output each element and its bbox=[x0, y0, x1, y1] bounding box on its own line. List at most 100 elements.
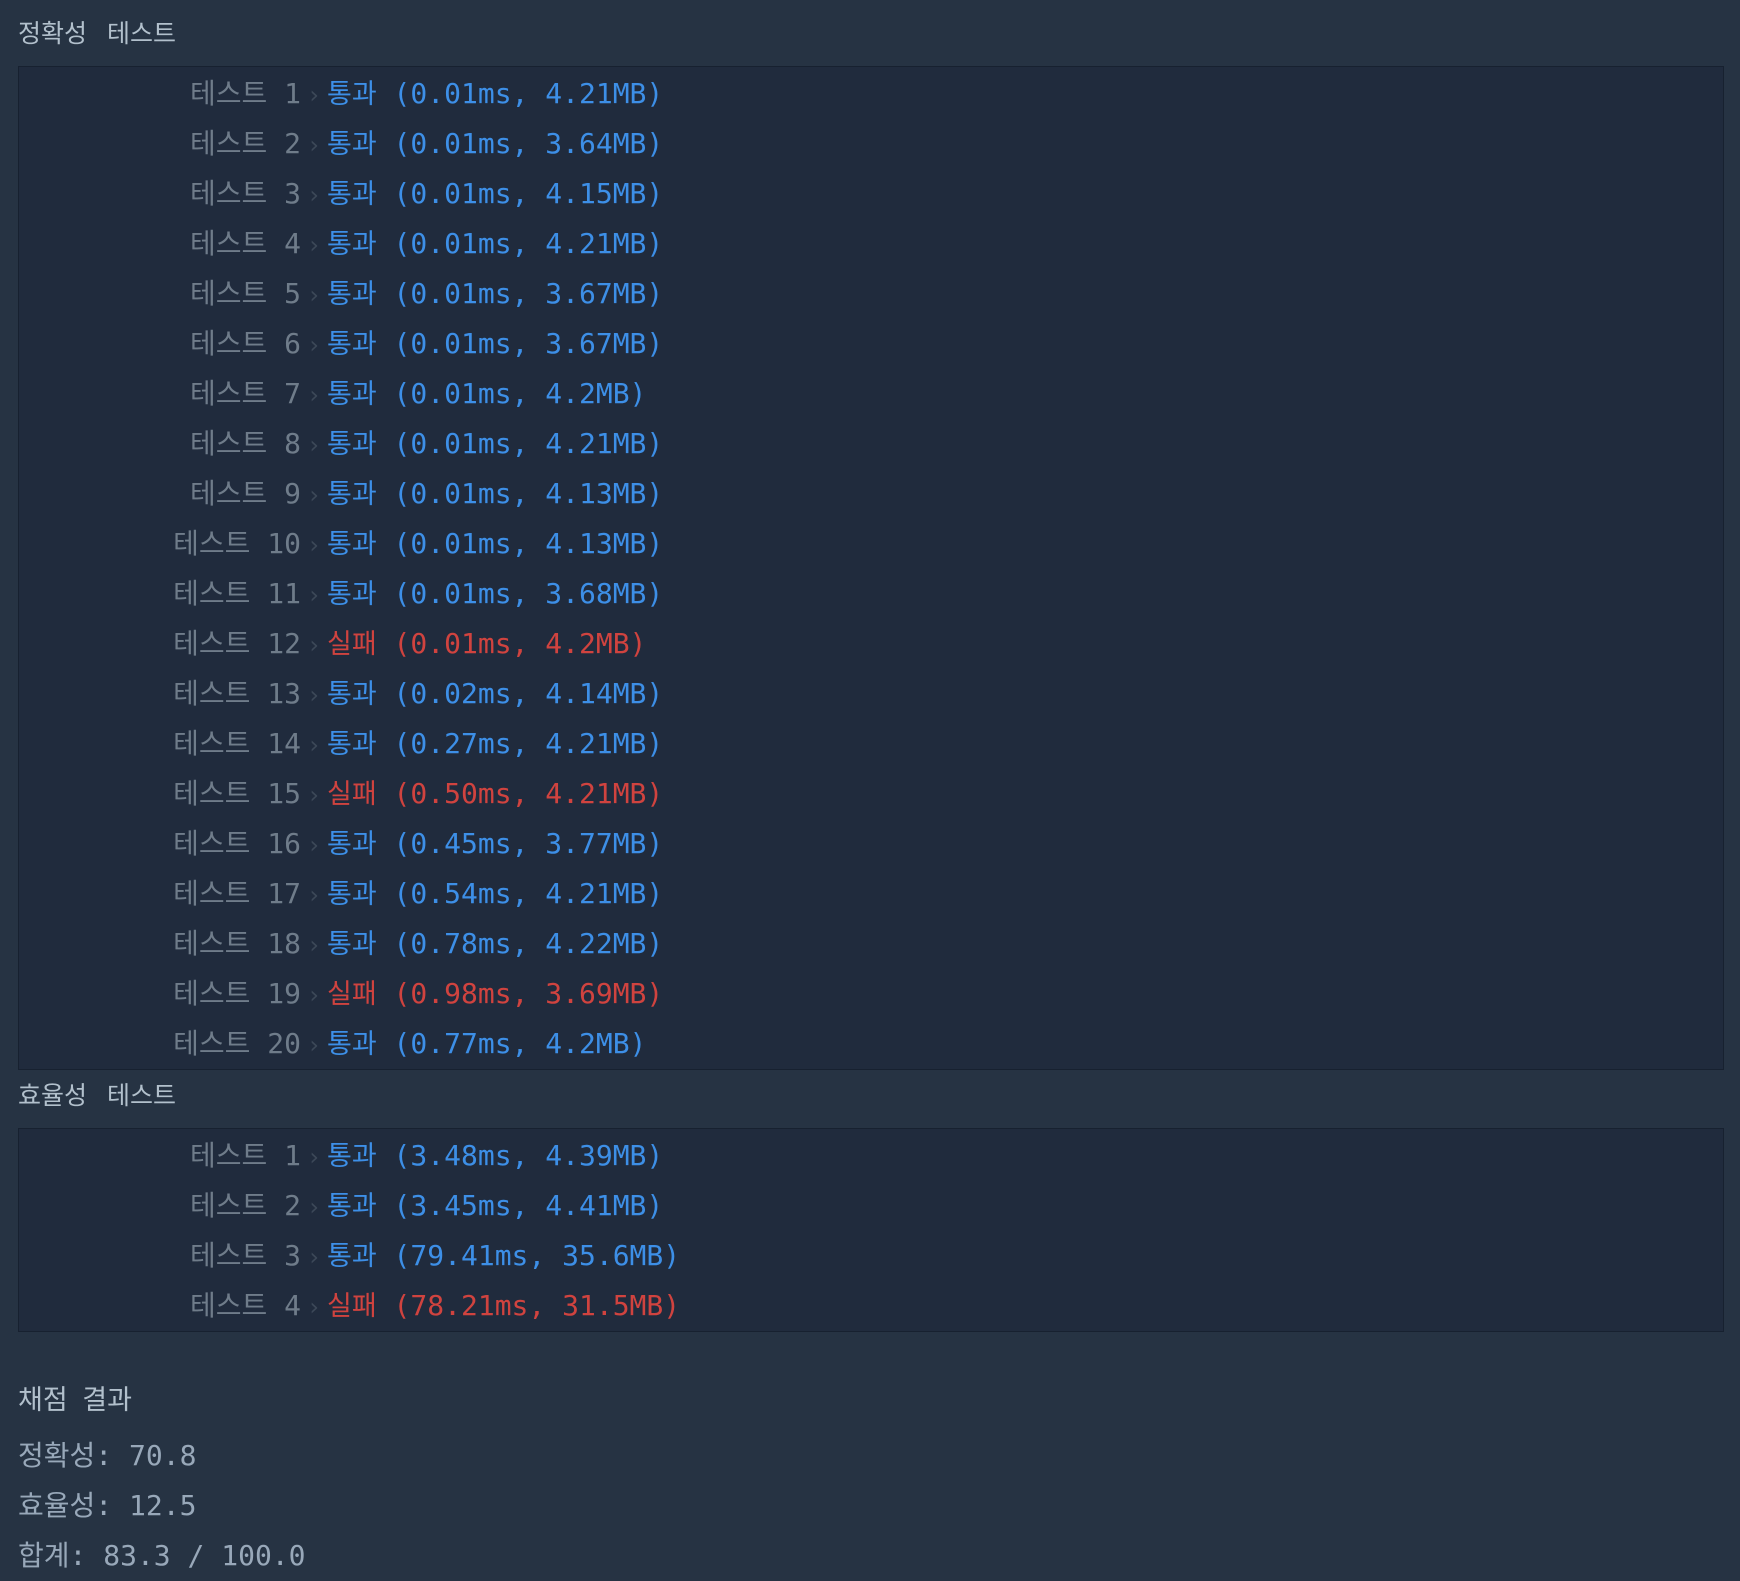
test-metrics: (0.01ms, 4.2MB) bbox=[393, 627, 647, 660]
chevron-right-icon: › bbox=[306, 331, 322, 359]
test-label-text: 테스트 bbox=[173, 777, 251, 810]
pass-status: 통과 bbox=[327, 229, 377, 260]
test-result-row: 테스트 8 › 통과 (0.01ms, 4.21MB) bbox=[19, 419, 1723, 469]
test-result-row: 테스트 6 › 통과 (0.01ms, 3.67MB) bbox=[19, 319, 1723, 369]
fail-status: 실패 bbox=[327, 629, 377, 660]
test-number: 11 bbox=[267, 577, 301, 610]
test-metrics: (0.54ms, 4.21MB) bbox=[393, 877, 664, 910]
test-label: 테스트 18 bbox=[19, 919, 301, 969]
test-metrics: (3.48ms, 4.39MB) bbox=[393, 1139, 664, 1172]
test-result-row: 테스트 3 › 통과 (79.41ms, 35.6MB) bbox=[19, 1231, 1723, 1281]
test-result-row: 테스트 13 › 통과 (0.02ms, 4.14MB) bbox=[19, 669, 1723, 719]
test-label: 테스트 4 bbox=[19, 219, 301, 269]
summary-title: 채점 결과 bbox=[18, 1385, 132, 1416]
test-label-text: 테스트 bbox=[173, 727, 251, 760]
test-label-text: 테스트 bbox=[190, 1139, 268, 1172]
test-label: 테스트 7 bbox=[19, 369, 301, 419]
chevron-right-icon: › bbox=[306, 1243, 322, 1271]
chevron-right-icon: › bbox=[306, 781, 322, 809]
pass-status: 통과 bbox=[327, 829, 377, 860]
test-metrics: (0.01ms, 4.2MB) bbox=[393, 377, 647, 410]
test-metrics: (0.98ms, 3.69MB) bbox=[393, 977, 664, 1010]
test-label-text: 테스트 bbox=[173, 1027, 251, 1060]
test-number: 2 bbox=[284, 127, 301, 160]
test-result-row: 테스트 1 › 통과 (3.48ms, 4.39MB) bbox=[19, 1131, 1723, 1181]
pass-status: 통과 bbox=[327, 329, 377, 360]
test-number: 5 bbox=[284, 277, 301, 310]
chevron-right-icon: › bbox=[306, 81, 322, 109]
test-label-text: 테스트 bbox=[190, 77, 268, 110]
test-number: 2 bbox=[284, 1189, 301, 1222]
test-result-row: 테스트 14 › 통과 (0.27ms, 4.21MB) bbox=[19, 719, 1723, 769]
test-metrics: (0.01ms, 3.68MB) bbox=[393, 577, 664, 610]
pass-status: 통과 bbox=[327, 129, 377, 160]
test-number: 17 bbox=[267, 877, 301, 910]
test-label: 테스트 8 bbox=[19, 419, 301, 469]
total-score: 합계: 83.3 / 100.0 bbox=[18, 1539, 306, 1572]
test-metrics: (0.02ms, 4.14MB) bbox=[393, 677, 664, 710]
pass-status: 통과 bbox=[327, 179, 377, 210]
chevron-right-icon: › bbox=[306, 1031, 322, 1059]
test-number: 13 bbox=[267, 677, 301, 710]
test-label: 테스트 19 bbox=[19, 969, 301, 1019]
pass-status: 통과 bbox=[327, 479, 377, 510]
pass-status: 통과 bbox=[327, 929, 377, 960]
test-label-text: 테스트 bbox=[173, 827, 251, 860]
test-label-text: 테스트 bbox=[173, 577, 251, 610]
chevron-right-icon: › bbox=[306, 481, 322, 509]
test-label: 테스트 3 bbox=[19, 169, 301, 219]
test-label-text: 테스트 bbox=[173, 527, 251, 560]
test-label-text: 테스트 bbox=[190, 127, 268, 160]
pass-status: 통과 bbox=[327, 1241, 377, 1272]
test-number: 15 bbox=[267, 777, 301, 810]
test-metrics: (3.45ms, 4.41MB) bbox=[393, 1189, 664, 1222]
pass-status: 통과 bbox=[327, 1029, 377, 1060]
test-label: 테스트 1 bbox=[19, 1131, 301, 1181]
test-result-row: 테스트 5 › 통과 (0.01ms, 3.67MB) bbox=[19, 269, 1723, 319]
test-label-text: 테스트 bbox=[190, 327, 268, 360]
test-result-row: 테스트 9 › 통과 (0.01ms, 4.13MB) bbox=[19, 469, 1723, 519]
test-result-row: 테스트 20 › 통과 (0.77ms, 4.2MB) bbox=[19, 1019, 1723, 1069]
test-number: 1 bbox=[284, 1139, 301, 1172]
accuracy-score: 정확성: 70.8 bbox=[18, 1439, 197, 1472]
test-label: 테스트 11 bbox=[19, 569, 301, 619]
test-metrics: (0.01ms, 4.21MB) bbox=[393, 427, 664, 460]
test-metrics: (79.41ms, 35.6MB) bbox=[393, 1239, 681, 1272]
test-number: 3 bbox=[284, 1239, 301, 1272]
test-label: 테스트 10 bbox=[19, 519, 301, 569]
fail-status: 실패 bbox=[327, 779, 377, 810]
test-label-text: 테스트 bbox=[173, 677, 251, 710]
test-result-row: 테스트 1 › 통과 (0.01ms, 4.21MB) bbox=[19, 69, 1723, 119]
test-label: 테스트 1 bbox=[19, 69, 301, 119]
chevron-right-icon: › bbox=[306, 531, 322, 559]
pass-status: 통과 bbox=[327, 379, 377, 410]
chevron-right-icon: › bbox=[306, 681, 322, 709]
test-result-row: 테스트 18 › 통과 (0.78ms, 4.22MB) bbox=[19, 919, 1723, 969]
chevron-right-icon: › bbox=[306, 381, 322, 409]
chevron-right-icon: › bbox=[306, 931, 322, 959]
test-metrics: (0.45ms, 3.77MB) bbox=[393, 827, 664, 860]
efficiency-results-panel: 테스트 1 › 통과 (3.48ms, 4.39MB) 테스트 2 › 통과 (3.45m… bbox=[18, 1128, 1724, 1332]
test-number: 20 bbox=[267, 1027, 301, 1060]
test-metrics: (0.01ms, 4.21MB) bbox=[393, 77, 664, 110]
test-number: 6 bbox=[284, 327, 301, 360]
test-metrics: (0.77ms, 4.2MB) bbox=[393, 1027, 647, 1060]
chevron-right-icon: › bbox=[306, 1293, 322, 1321]
test-number: 18 bbox=[267, 927, 301, 960]
test-label-text: 테스트 bbox=[190, 377, 268, 410]
test-result-row: 테스트 4 › 통과 (0.01ms, 4.21MB) bbox=[19, 219, 1723, 269]
test-metrics: (0.01ms, 3.67MB) bbox=[393, 277, 664, 310]
test-label-text: 테스트 bbox=[173, 877, 251, 910]
chevron-right-icon: › bbox=[306, 131, 322, 159]
test-result-row: 테스트 15 › 실패 (0.50ms, 4.21MB) bbox=[19, 769, 1723, 819]
test-result-row: 테스트 16 › 통과 (0.45ms, 3.77MB) bbox=[19, 819, 1723, 869]
chevron-right-icon: › bbox=[306, 831, 322, 859]
accuracy-section-title: 정확성 테스트 bbox=[18, 19, 176, 48]
test-label: 테스트 5 bbox=[19, 269, 301, 319]
test-result-row: 테스트 19 › 실패 (0.98ms, 3.69MB) bbox=[19, 969, 1723, 1019]
test-result-row: 테스트 17 › 통과 (0.54ms, 4.21MB) bbox=[19, 869, 1723, 919]
pass-status: 통과 bbox=[327, 529, 377, 560]
pass-status: 통과 bbox=[327, 579, 377, 610]
test-metrics: (0.01ms, 3.67MB) bbox=[393, 327, 664, 360]
test-label-text: 테스트 bbox=[190, 177, 268, 210]
